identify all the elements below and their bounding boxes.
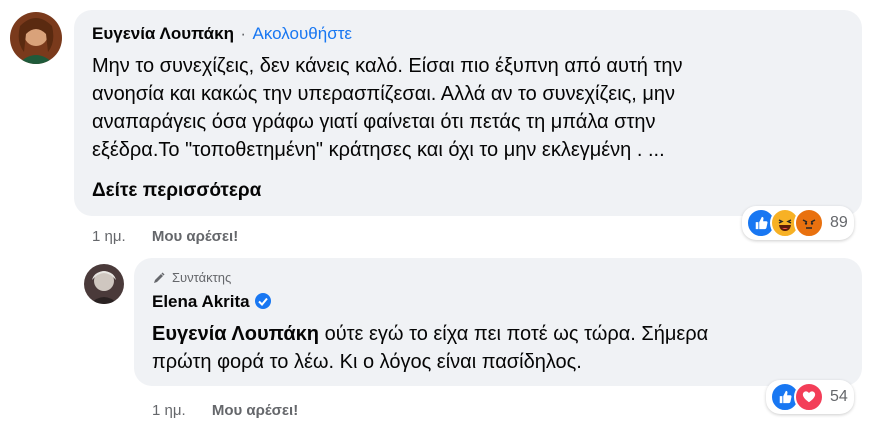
verified-badge-icon	[254, 292, 272, 315]
reply-like-button[interactable]: Μου αρέσει!	[212, 402, 298, 419]
love-icon	[794, 382, 824, 412]
like-button[interactable]: Μου αρέσει!	[152, 228, 238, 245]
follow-link[interactable]: Ακολουθήστε	[253, 24, 352, 43]
reply-text-line: πρώτη φορά το λέω. Κι ο λόγος είναι πασί…	[152, 351, 582, 373]
comment-text-line: αναπαράγεις όσα γράφω γιατί φαίνεται ότι…	[92, 111, 656, 133]
reply-author[interactable]: Elena Akrita	[152, 292, 250, 311]
reply-time[interactable]: 1 ημ.	[152, 402, 186, 419]
reaction-count: 54	[830, 388, 848, 405]
comment-text-line: ανοησία και κακώς την υπερασπίζεσαι. Αλλ…	[92, 83, 676, 105]
comment-text-line: Μην το συνεχίζεις, δεν κάνεις καλό. Είσα…	[92, 55, 683, 77]
comment-time[interactable]: 1 ημ.	[92, 228, 126, 245]
reply-header: Elena Akrita	[152, 292, 272, 315]
comment-text-line: εξέδρα.Το "τοποθετημένη" κράτησες και όχ…	[92, 139, 665, 161]
reply-text-line: ούτε εγώ το είχα πει ποτέ ως τώρα. Σήμερ…	[319, 323, 709, 345]
see-more-link[interactable]: Δείτε περισσότερα	[92, 180, 261, 202]
comment-header: Ευγενία Λουπάκη · Ακολουθήστε	[92, 24, 352, 44]
author-badge: Συντάκτης	[152, 270, 231, 285]
comment-author[interactable]: Ευγενία Λουπάκη	[92, 24, 234, 43]
reply-meta: 1 ημ. Μου αρέσει!	[152, 402, 298, 419]
comment-text: Μην το συνεχίζεις, δεν κάνεις καλό. Είσα…	[92, 52, 862, 164]
avatar-image	[84, 264, 124, 304]
comment-bubble: Ευγενία Λουπάκη · Ακολουθήστε Μην το συν…	[74, 10, 862, 216]
avatar-elena[interactable]	[84, 264, 124, 304]
pen-icon	[154, 271, 165, 283]
reply-reactions-summary[interactable]: 54	[766, 380, 854, 414]
reply-bubble: Συντάκτης Elena Akrita Ευγενία Λουπάκη ο…	[134, 258, 862, 386]
mention-link[interactable]: Ευγενία Λουπάκη	[152, 323, 319, 345]
separator-dot: ·	[240, 24, 247, 43]
comment-meta: 1 ημ. Μου αρέσει!	[92, 228, 238, 245]
author-badge-label: Συντάκτης	[172, 270, 232, 285]
reply-text: Ευγενία Λουπάκη ούτε εγώ το είχα πει ποτ…	[152, 320, 852, 376]
reactions-summary[interactable]: 89	[742, 206, 854, 240]
avatar-evgenia[interactable]	[10, 12, 62, 64]
reaction-count: 89	[830, 214, 848, 231]
avatar-image	[10, 12, 62, 64]
angry-icon	[794, 208, 824, 238]
